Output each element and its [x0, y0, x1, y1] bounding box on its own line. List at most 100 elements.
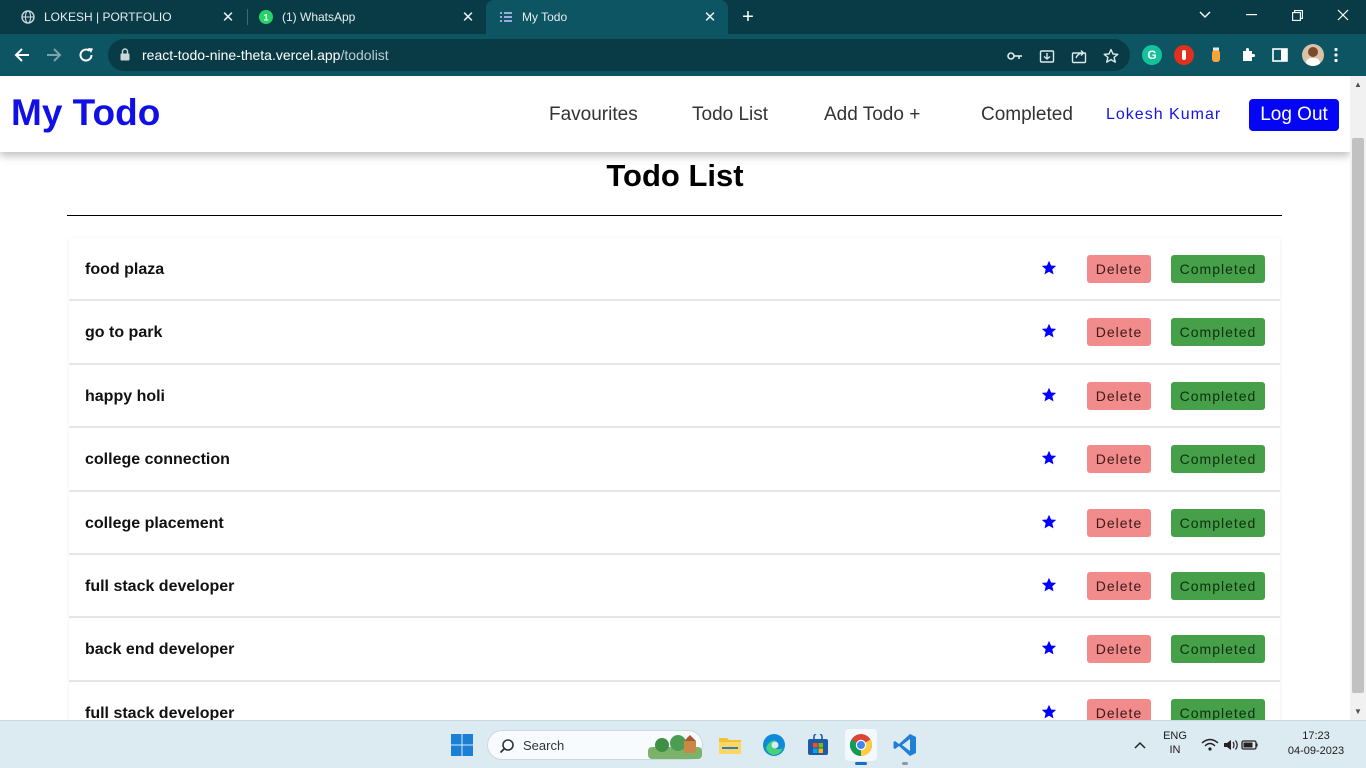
app-logo[interactable]: My Todo — [11, 92, 160, 134]
delete-button[interactable]: Delete — [1087, 508, 1151, 537]
svg-text:1: 1 — [263, 13, 268, 23]
close-icon[interactable]: ✕ — [218, 7, 238, 27]
bookmark-star-icon[interactable] — [1102, 47, 1120, 65]
region-code: IN — [1169, 744, 1181, 756]
grammarly-icon[interactable]: G — [1142, 45, 1162, 65]
title-divider — [67, 215, 1282, 216]
tab-title: LOKESH | PORTFOLIO — [44, 10, 172, 24]
search-icon — [499, 738, 515, 759]
vscode-icon[interactable] — [889, 729, 921, 765]
key-icon[interactable] — [1006, 47, 1024, 65]
back-arrow-icon[interactable] — [10, 43, 34, 67]
todo-title: college placement — [85, 514, 224, 532]
chevron-up-icon[interactable] — [1128, 729, 1152, 761]
favourite-star-icon[interactable] — [1041, 704, 1057, 720]
mark-completed-button[interactable]: Completed — [1171, 571, 1265, 600]
address-bar[interactable]: react-todo-nine-theta.vercel.app/todolis… — [108, 39, 1130, 71]
favourite-star-icon[interactable] — [1041, 514, 1057, 530]
close-icon[interactable]: ✕ — [458, 7, 478, 27]
mark-completed-button[interactable]: Completed — [1171, 698, 1265, 720]
tab-my-todo[interactable]: My Todo ✕ — [486, 0, 728, 34]
list-icon — [498, 9, 514, 25]
todo-title: full stack developer — [85, 704, 235, 720]
globe-icon — [20, 9, 36, 25]
profile-avatar[interactable] — [1302, 44, 1324, 66]
mark-completed-button[interactable]: Completed — [1171, 381, 1265, 410]
logout-button[interactable]: Log Out — [1249, 99, 1339, 131]
browser-tab-strip: LOKESH | PORTFOLIO ✕ 1 (1) WhatsApp ✕ My… — [0, 0, 1366, 34]
mark-completed-button[interactable]: Completed — [1171, 445, 1265, 474]
todo-title: college connection — [85, 451, 230, 469]
browser-toolbar: react-todo-nine-theta.vercel.app/todolis… — [0, 34, 1366, 76]
favourite-star-icon[interactable] — [1041, 387, 1057, 403]
search-label: Search — [523, 738, 565, 753]
system-status-icons[interactable] — [1200, 729, 1260, 761]
mark-completed-button[interactable]: Completed — [1171, 635, 1265, 664]
extension-jar-icon[interactable] — [1206, 45, 1226, 65]
delete-button[interactable]: Delete — [1087, 381, 1151, 410]
window-close-icon[interactable] — [1320, 0, 1366, 30]
todo-title: go to park — [85, 324, 163, 342]
todo-item: back end developer Delete Completed — [69, 618, 1280, 682]
windows-taskbar: Search ENG IN 17:23 04-09-2023 — [0, 720, 1366, 768]
delete-button[interactable]: Delete — [1087, 318, 1151, 347]
url-text: react-todo-nine-theta.vercel.app/todolis… — [142, 47, 389, 63]
delete-button[interactable]: Delete — [1087, 255, 1151, 283]
close-icon[interactable]: ✕ — [700, 7, 720, 27]
app-navbar: My Todo Favourites Todo List Add Todo + … — [0, 76, 1350, 152]
todo-item: college connection Delete Completed — [69, 428, 1280, 492]
active-app-indicator — [855, 762, 867, 765]
new-tab-plus-icon[interactable]: + — [737, 6, 759, 28]
clock[interactable]: 17:23 04-09-2023 — [1278, 730, 1354, 757]
favourite-star-icon[interactable] — [1041, 323, 1057, 339]
tab-search-chevron-icon[interactable] — [1182, 0, 1228, 30]
taskbar-search-box[interactable]: Search — [487, 730, 703, 760]
todo-item: full stack developer Delete Completed — [69, 554, 1280, 619]
microsoft-store-icon[interactable] — [802, 729, 834, 761]
install-app-icon[interactable] — [1038, 47, 1056, 65]
edge-browser-icon[interactable] — [758, 729, 790, 761]
favourite-star-icon[interactable] — [1041, 640, 1057, 656]
clock-time: 17:23 — [1302, 730, 1330, 742]
forward-arrow-icon[interactable] — [42, 43, 66, 67]
mark-completed-button[interactable]: Completed — [1171, 255, 1265, 283]
favourite-star-icon[interactable] — [1041, 577, 1057, 593]
scroll-thumb[interactable] — [1352, 138, 1364, 693]
todo-item: college placement Delete Completed — [69, 491, 1280, 555]
tab-whatsapp[interactable]: 1 (1) WhatsApp ✕ — [238, 0, 486, 34]
nav-add-todo[interactable]: Add Todo + — [824, 104, 920, 126]
todo-title: happy holi — [85, 387, 165, 405]
delete-button[interactable]: Delete — [1087, 571, 1151, 600]
tab-title: My Todo — [522, 10, 568, 24]
minimize-icon[interactable] — [1228, 0, 1274, 30]
file-explorer-icon[interactable] — [714, 729, 746, 761]
nav-completed[interactable]: Completed — [981, 104, 1073, 126]
scroll-up-arrow-icon[interactable]: ▲ — [1354, 80, 1362, 89]
todo-item: full stack developer Delete Completed — [69, 681, 1280, 720]
reload-icon[interactable] — [74, 43, 98, 67]
delete-button[interactable]: Delete — [1087, 445, 1151, 474]
extensions-puzzle-icon[interactable] — [1238, 45, 1258, 65]
page-scrollbar[interactable]: ▲ ▼ — [1350, 76, 1366, 720]
more-menu-icon[interactable] — [1332, 45, 1340, 65]
language-indicator[interactable]: ENG IN — [1160, 730, 1190, 756]
todo-title: back end developer — [85, 641, 235, 659]
main-content: Todo List food plaza Delete Completed go to… — [0, 152, 1350, 720]
chrome-icon[interactable] — [845, 729, 877, 765]
tab-portfolio[interactable]: LOKESH | PORTFOLIO ✕ — [0, 0, 246, 34]
restore-icon[interactable] — [1274, 0, 1320, 30]
nav-favourites[interactable]: Favourites — [549, 104, 638, 126]
side-panel-icon[interactable] — [1270, 45, 1290, 65]
todo-item: go to park Delete Completed — [69, 301, 1280, 365]
mark-completed-button[interactable]: Completed — [1171, 508, 1265, 537]
mark-completed-button[interactable]: Completed — [1171, 318, 1265, 347]
favourite-star-icon[interactable] — [1041, 450, 1057, 466]
windows-start-icon[interactable] — [446, 729, 478, 761]
delete-button[interactable]: Delete — [1087, 698, 1151, 720]
share-icon[interactable] — [1070, 47, 1088, 65]
adblock-icon[interactable] — [1174, 45, 1194, 65]
nav-todo-list[interactable]: Todo List — [692, 104, 768, 126]
favourite-star-icon[interactable] — [1041, 260, 1057, 276]
delete-button[interactable]: Delete — [1087, 635, 1151, 664]
scroll-down-arrow-icon[interactable]: ▼ — [1354, 707, 1362, 716]
